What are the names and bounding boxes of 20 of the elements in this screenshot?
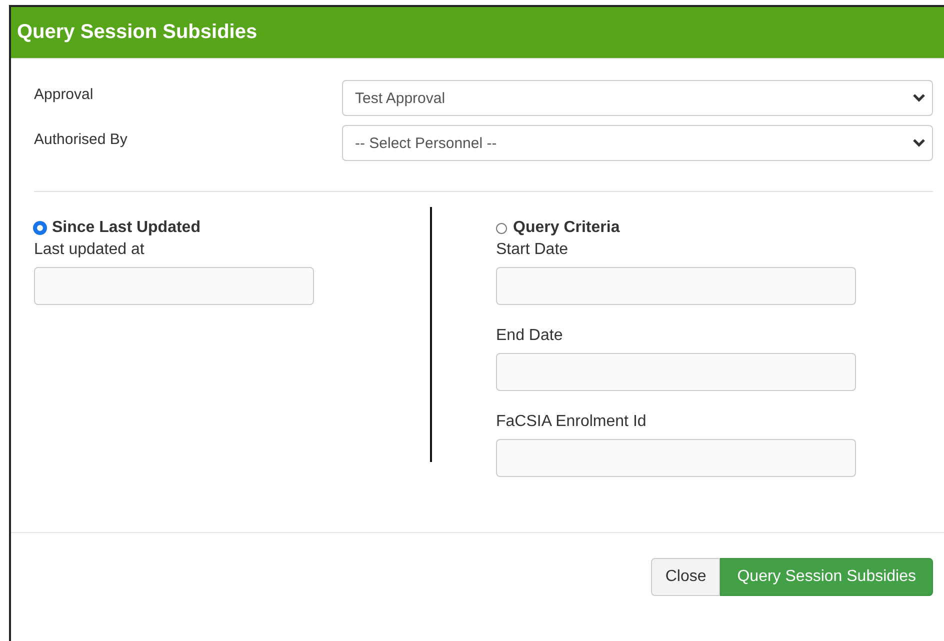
field-label: Authorised By (34, 131, 128, 148)
dialog-title: Query Session Subsidies (17, 21, 258, 44)
chevron-down-icon (912, 138, 926, 148)
field-label: FaCSIA Enrolment Id (496, 413, 648, 431)
close-button[interactable]: Close (651, 558, 720, 596)
input-field[interactable] (34, 267, 314, 305)
radio-button[interactable] (496, 222, 507, 234)
field-label: Last updated at (34, 241, 146, 259)
input-field[interactable] (496, 439, 856, 477)
input-field[interactable] (496, 267, 856, 305)
input-field[interactable] (496, 353, 856, 391)
dropdown-select[interactable]: -- Select Personnel -- (342, 125, 933, 161)
radio-button[interactable] (34, 222, 46, 234)
field-label: End Date (496, 327, 564, 345)
dropdown-select[interactable]: Test Approval (342, 80, 933, 116)
radio-label: Since Last Updated (52, 219, 200, 237)
radio-label: Query Criteria (513, 219, 620, 237)
field-label: Approval (34, 86, 94, 103)
field-label: Start Date (496, 241, 570, 259)
chevron-down-icon (912, 93, 926, 103)
